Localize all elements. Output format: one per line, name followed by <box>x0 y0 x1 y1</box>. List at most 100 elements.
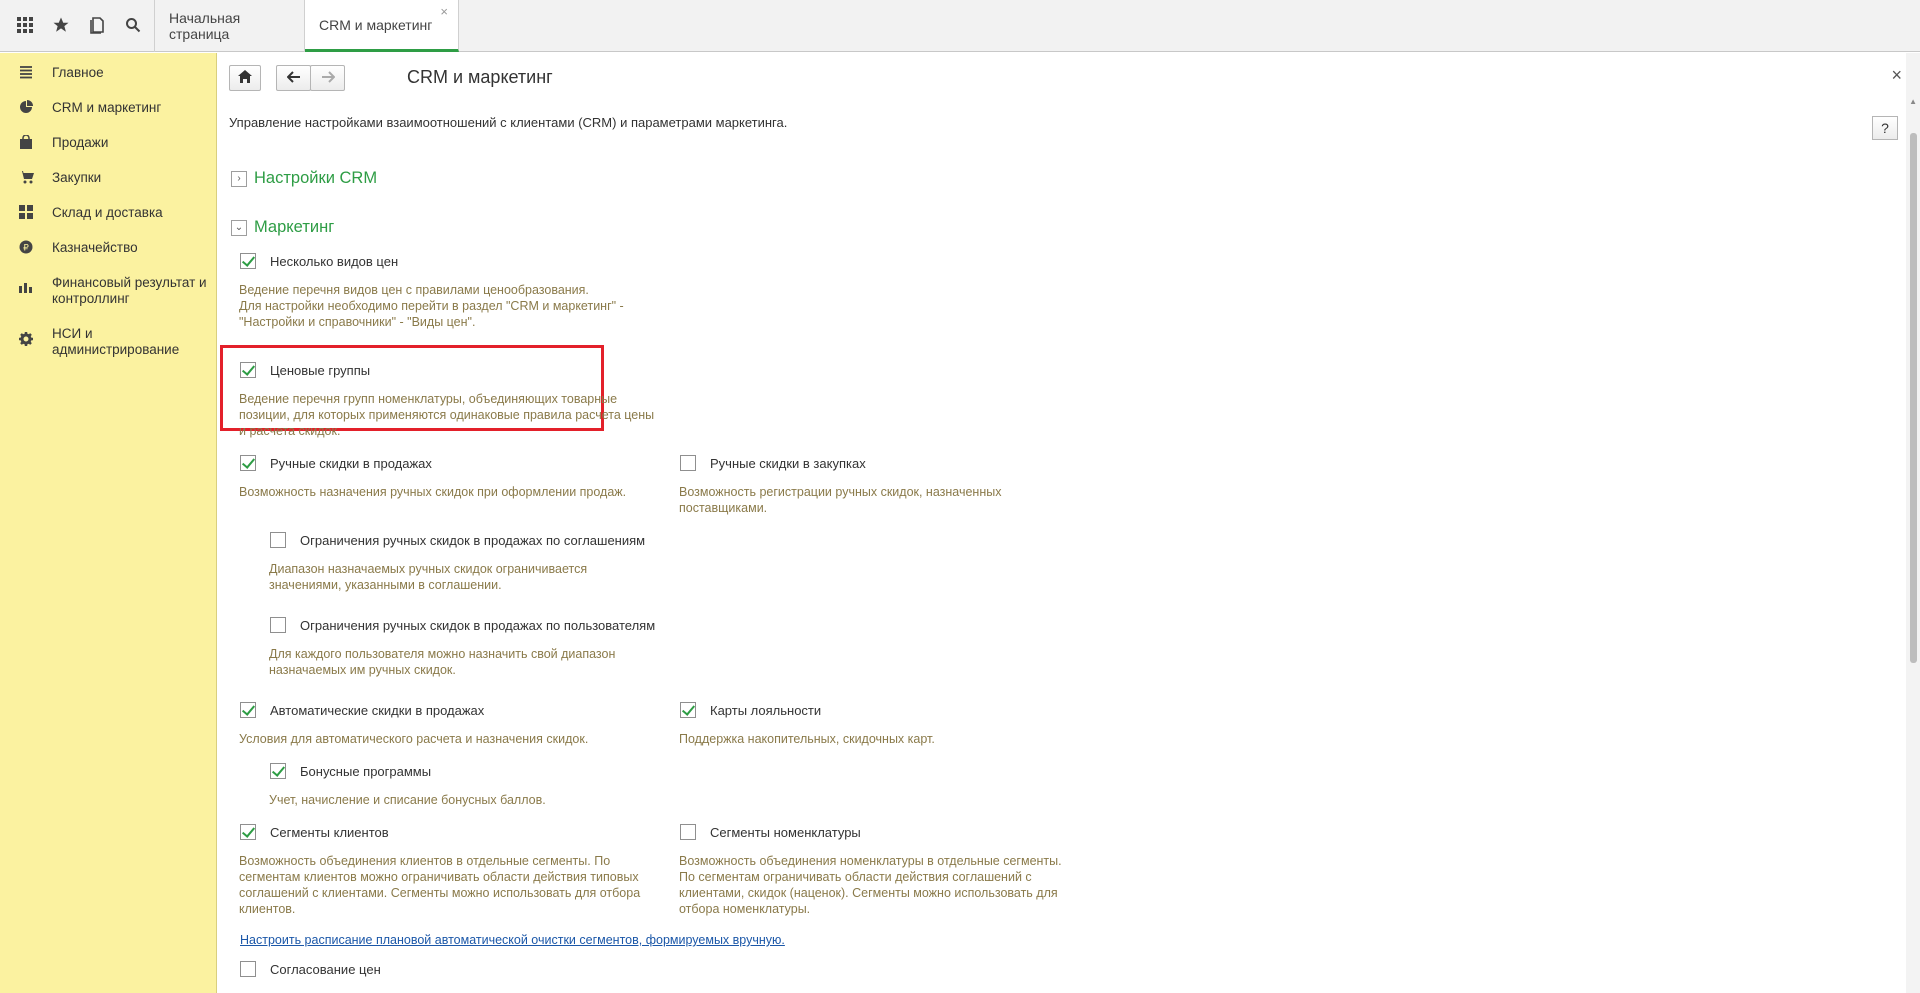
group-title[interactable]: Маркетинг <box>254 218 334 237</box>
option-manual-discounts-sales[interactable]: Ручные скидки в продажах <box>240 455 432 471</box>
sidebar-item-main[interactable]: Главное <box>0 65 216 81</box>
option-hint: Возможность регистрации ручных скидок, н… <box>679 485 1002 515</box>
star-icon[interactable] <box>46 9 76 41</box>
option-hint: Ведение перечня групп номенклатуры, объе… <box>239 392 655 438</box>
sidebar-item-label: Склад и доставка <box>52 205 163 220</box>
option-label: Согласование цен <box>270 961 381 977</box>
sidebar-item-sales[interactable]: Продажи <box>0 135 216 151</box>
option-loyalty-cards[interactable]: Карты лояльности <box>680 702 821 718</box>
option-item-segments[interactable]: Сегменты номенклатуры <box>680 824 861 840</box>
group-marketing[interactable]: ⌄ Маркетинг <box>231 218 334 237</box>
sidebar-item-label: Продажи <box>52 135 109 150</box>
sidebar-item-finance[interactable]: Финансовый результат и контроллинг <box>0 275 216 307</box>
page-description: Управление настройками взаимоотношений с… <box>229 115 788 130</box>
tab-label: CRM и маркетинг <box>319 16 433 33</box>
option-hint: Учет, начисление и списание бонусных бал… <box>269 793 546 807</box>
sidebar-item-admin[interactable]: НСИ и администрирование <box>0 326 216 358</box>
option-hint: Возможность объединения клиентов в отдел… <box>239 854 641 916</box>
option-label: Карты лояльности <box>710 702 822 718</box>
history-icon[interactable] <box>83 9 113 41</box>
option-label: Ценовые группы <box>270 362 371 378</box>
option-hint: Поддержка накопительных, скидочных карт. <box>679 732 935 746</box>
shopping-bag-icon <box>0 135 52 149</box>
option-bonus-programs[interactable]: Бонусные программы <box>270 763 431 779</box>
sidebar-item-treasury[interactable]: ₽ Казначейство <box>0 240 216 256</box>
cart-icon <box>0 170 52 184</box>
option-label: Ограничения ручных скидок в продажах по … <box>300 617 656 633</box>
home-button[interactable] <box>229 65 261 91</box>
price-types-checkbox[interactable] <box>240 253 256 269</box>
sidebar-item-crm[interactable]: CRM и маркетинг <box>0 100 216 116</box>
option-hint: Диапазон назначаемых ручных скидок огран… <box>269 562 588 592</box>
pie-chart-icon <box>0 100 52 114</box>
help-button[interactable]: ? <box>1872 116 1898 140</box>
sidebar-item-label: Финансовый результат и контроллинг <box>52 275 207 306</box>
scrollbar[interactable]: ▲ <box>1906 53 1920 993</box>
main-content: CRM и маркетинг × ? ▲ Управление настрой… <box>217 53 1920 993</box>
price-groups-checkbox[interactable] <box>240 362 256 378</box>
option-hint: Ведение перечня видов цен с правилами це… <box>239 283 624 329</box>
sidebar-item-purchases[interactable]: Закупки <box>0 170 216 186</box>
home-icon <box>238 70 252 86</box>
sidebar-item-label: CRM и маркетинг <box>52 100 162 115</box>
option-limit-users[interactable]: Ограничения ручных скидок в продажах по … <box>270 617 655 633</box>
option-auto-discounts[interactable]: Автоматические скидки в продажах <box>240 702 484 718</box>
chevron-right-icon[interactable]: › <box>231 170 247 187</box>
menu-lines-icon <box>0 65 52 79</box>
close-icon[interactable]: × <box>1891 65 1902 86</box>
forward-button[interactable] <box>310 65 345 91</box>
sidebar-item-label: Главное <box>52 65 104 80</box>
group-crm-settings[interactable]: › Настройки CRM <box>231 169 377 188</box>
option-label: Автоматические скидки в продажах <box>270 702 485 718</box>
back-button[interactable] <box>276 65 311 91</box>
manual-purchases-checkbox[interactable] <box>680 455 696 471</box>
scrollbar-thumb[interactable] <box>1910 133 1917 663</box>
option-hint: Возможность назначения ручных скидок при… <box>239 485 627 499</box>
option-label: Бонусные программы <box>300 763 432 779</box>
group-title[interactable]: Настройки CRM <box>254 169 377 188</box>
bonus-checkbox[interactable] <box>270 763 286 779</box>
sidebar: Главное CRM и маркетинг Продажи Закупки … <box>0 53 217 993</box>
ruble-coin-icon: ₽ <box>0 240 52 254</box>
loyalty-cards-checkbox[interactable] <box>680 702 696 718</box>
apps-grid-icon[interactable] <box>10 9 40 41</box>
tab-close-icon[interactable]: × <box>440 4 448 19</box>
tab-label: Начальная страница <box>169 10 241 42</box>
option-limit-agreements[interactable]: Ограничения ручных скидок в продажах по … <box>270 532 645 548</box>
option-manual-discounts-purchases[interactable]: Ручные скидки в закупках <box>680 455 866 471</box>
option-label: Ручные скидки в продажах <box>270 455 432 471</box>
arrow-left-icon <box>286 70 301 86</box>
option-label: Сегменты номенклатуры <box>710 824 861 840</box>
auto-sales-checkbox[interactable] <box>240 702 256 718</box>
sidebar-item-label: НСИ и администрирование <box>52 326 180 357</box>
option-label: Ручные скидки в закупках <box>710 455 866 471</box>
segment-cleanup-schedule-link[interactable]: Настроить расписание плановой автоматиче… <box>240 933 785 947</box>
option-label: Несколько видов цен <box>270 253 399 269</box>
arrow-right-icon <box>321 70 335 86</box>
gear-icon <box>0 326 52 346</box>
sidebar-item-label: Казначейство <box>52 240 138 255</box>
option-hint: Условия для автоматического расчета и на… <box>239 732 589 746</box>
item-segments-checkbox[interactable] <box>680 824 696 840</box>
option-price-types[interactable]: Несколько видов цен <box>240 253 398 269</box>
price-approval-checkbox[interactable] <box>240 961 256 977</box>
top-bar: Начальная страница CRM и маркетинг × <box>0 0 1920 52</box>
warehouse-grid-icon <box>0 205 52 219</box>
limit-agreements-checkbox[interactable] <box>270 532 286 548</box>
page-title: CRM и маркетинг <box>407 67 553 87</box>
option-price-groups[interactable]: Ценовые группы <box>240 362 370 378</box>
search-icon[interactable] <box>118 9 148 41</box>
sidebar-item-label: Закупки <box>52 170 102 185</box>
tab-crm-marketing[interactable]: CRM и маркетинг × <box>305 0 459 52</box>
option-price-approval[interactable]: Согласование цен <box>240 961 381 977</box>
tab-home[interactable]: Начальная страница <box>155 0 305 52</box>
sidebar-item-warehouse[interactable]: Склад и доставка <box>0 205 216 221</box>
client-segments-checkbox[interactable] <box>240 824 256 840</box>
manual-sales-checkbox[interactable] <box>240 455 256 471</box>
option-client-segments[interactable]: Сегменты клиентов <box>240 824 389 840</box>
scroll-up-icon[interactable]: ▲ <box>1909 97 1917 106</box>
limit-users-checkbox[interactable] <box>270 617 286 633</box>
svg-text:₽: ₽ <box>23 244 29 254</box>
option-label: Сегменты клиентов <box>270 824 389 840</box>
chevron-down-icon[interactable]: ⌄ <box>231 219 247 236</box>
